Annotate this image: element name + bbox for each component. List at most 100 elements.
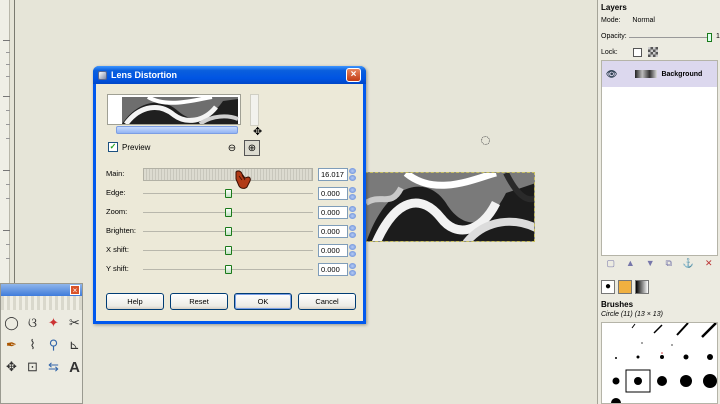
- preview-vertical-scrollbar[interactable]: [250, 94, 259, 126]
- preview-toggle[interactable]: ✓ Preview: [108, 142, 150, 152]
- y-shift-slider-row: Y shift: 0.000: [106, 262, 356, 277]
- dialog-titlebar[interactable]: Lens Distortion: [93, 66, 366, 84]
- y-shift-label: Y shift:: [106, 264, 129, 273]
- y-shift-spinner[interactable]: [349, 263, 357, 276]
- x-shift-label: X shift:: [106, 245, 129, 254]
- text-tool-icon[interactable]: A: [65, 357, 84, 377]
- duplicate-layer-icon[interactable]: ⧉: [666, 258, 672, 270]
- brighten-slider-row: Brighten: 0.000: [106, 224, 356, 239]
- zoom-tool-icon[interactable]: ⚲: [44, 335, 63, 355]
- x-shift-slider-row: X shift: 0.000: [106, 243, 356, 258]
- preview-label: Preview: [122, 142, 151, 152]
- vertical-ruler[interactable]: [0, 0, 10, 288]
- edge-value-input[interactable]: 0.000: [318, 187, 348, 200]
- brush-tab-circle-icon[interactable]: ●: [601, 280, 615, 294]
- x-shift-spinner[interactable]: [349, 244, 357, 257]
- layer-thumbnail: [635, 70, 658, 78]
- color-picker-tool-icon[interactable]: ⌇: [23, 335, 42, 355]
- zoom-spinner[interactable]: [349, 206, 357, 219]
- cancel-button[interactable]: Cancel: [298, 293, 356, 310]
- brighten-spinner[interactable]: [349, 225, 357, 238]
- paths-tool-icon[interactable]: ✒: [2, 335, 21, 355]
- canvas-image[interactable]: [365, 172, 535, 242]
- toolbox-titlebar[interactable]: ×: [1, 284, 82, 296]
- move-tool-icon[interactable]: ✥: [2, 357, 21, 377]
- layers-list[interactable]: 👁 Background: [601, 60, 718, 256]
- edge-slider-thumb[interactable]: [225, 189, 232, 198]
- lock-alpha-icon[interactable]: [647, 47, 658, 57]
- dialog-close-button[interactable]: ×: [346, 68, 361, 82]
- toolbox-close-button[interactable]: ×: [70, 285, 80, 295]
- opacity-label: Opacity:: [601, 33, 627, 40]
- preview-checkbox[interactable]: ✓: [108, 142, 118, 152]
- mode-label: Mode:: [601, 17, 621, 24]
- edge-slider-row: Edge: 0.000: [106, 186, 356, 201]
- canvas-border: [14, 0, 15, 288]
- brushes-title: Brushes: [601, 300, 634, 309]
- x-shift-slider-thumb[interactable]: [225, 246, 232, 255]
- preview-horizontal-scrollbar[interactable]: [116, 126, 238, 134]
- edge-spinner[interactable]: [349, 187, 357, 200]
- layer-buttons: ▢ ▲ ▼ ⧉ ⚓ ✕: [601, 258, 718, 270]
- mode-select[interactable]: Normal: [632, 17, 655, 24]
- lock-label: Lock:: [601, 48, 618, 56]
- y-shift-value-input[interactable]: 0.000: [318, 263, 348, 276]
- pattern-tab-icon[interactable]: [618, 280, 632, 294]
- toolbox-panel: × ◯ ଓ ✦ ✂ ✒ ⌇ ⚲ ⊾ ✥ ⊡ ⇆ A: [0, 283, 83, 404]
- anchor-layer-icon[interactable]: ⚓: [683, 258, 694, 270]
- eye-icon[interactable]: 👁: [606, 69, 617, 80]
- zoom-slider-thumb[interactable]: [225, 208, 232, 217]
- delete-layer-icon[interactable]: ✕: [705, 258, 713, 270]
- align-tool-icon[interactable]: ⊡: [23, 357, 42, 377]
- opacity-value: 1: [716, 33, 720, 40]
- toolbox-drag-handle[interactable]: [1, 296, 82, 310]
- zoom-in-icon[interactable]: ⊕: [244, 140, 260, 156]
- ellipse-select-tool-icon[interactable]: ◯: [2, 313, 21, 333]
- crosshair-cursor-icon: [481, 136, 490, 145]
- lock-row: Lock:: [601, 47, 658, 57]
- brighten-value-input[interactable]: 0.000: [318, 225, 348, 238]
- help-button[interactable]: Help: [106, 293, 164, 310]
- opacity-slider-thumb[interactable]: [707, 33, 712, 42]
- ok-button[interactable]: OK: [234, 293, 292, 310]
- edge-label: Edge:: [106, 188, 126, 197]
- layer-row[interactable]: 👁 Background: [602, 61, 717, 87]
- main-slider-row: Main: 16.017: [106, 167, 356, 182]
- brighten-slider-thumb[interactable]: [225, 227, 232, 236]
- lasso-tool-icon[interactable]: ଓ: [23, 313, 42, 333]
- lens-distortion-dialog: Lens Distortion × ✥ ✓ Preview ⊖ ⊕ Main: …: [93, 66, 366, 324]
- main-value-input[interactable]: 16.017: [318, 168, 348, 181]
- layer-name: Background: [661, 70, 703, 78]
- brush-tabs: ●: [601, 280, 649, 294]
- raise-layer-icon[interactable]: ▲: [626, 258, 635, 270]
- dialog-title: Lens Distortion: [111, 70, 178, 80]
- gradient-tab-icon[interactable]: [635, 280, 649, 294]
- current-brush-name: Circle (11) (13 × 13): [601, 311, 663, 318]
- right-dock: Layers Mode: Normal Opacity: 1 Lock: 👁 B…: [597, 0, 720, 404]
- zoom-out-icon[interactable]: ⊖: [224, 140, 240, 156]
- main-spinner[interactable]: [349, 168, 357, 181]
- preview-image[interactable]: [107, 94, 241, 125]
- magic-wand-tool-icon[interactable]: ✦: [44, 313, 63, 333]
- scissors-tool-icon[interactable]: ✂: [65, 313, 84, 333]
- lock-pixels-checkbox[interactable]: [632, 47, 642, 57]
- mode-row: Mode: Normal: [601, 17, 655, 24]
- main-slider[interactable]: [143, 168, 313, 181]
- zoom-label: Zoom:: [106, 207, 128, 216]
- flip-tool-icon[interactable]: ⇆: [44, 357, 63, 377]
- zoom-slider-row: Zoom: 0.000: [106, 205, 356, 220]
- gimp-app-icon: [98, 70, 107, 80]
- measure-tool-icon[interactable]: ⊾: [65, 335, 84, 355]
- brighten-label: Brighten:: [106, 226, 137, 235]
- navigate-move-icon[interactable]: ✥: [253, 125, 262, 138]
- x-shift-value-input[interactable]: 0.000: [318, 244, 348, 257]
- lower-layer-icon[interactable]: ▼: [646, 258, 655, 270]
- hand-cursor-icon: [235, 170, 251, 189]
- y-shift-slider-thumb[interactable]: [225, 265, 232, 274]
- opacity-slider[interactable]: [629, 37, 709, 38]
- zoom-value-input[interactable]: 0.000: [318, 206, 348, 219]
- brush-grid[interactable]: [601, 322, 718, 404]
- reset-button[interactable]: Reset: [170, 293, 228, 310]
- new-layer-icon[interactable]: ▢: [606, 258, 615, 270]
- opacity-row: Opacity: 1: [601, 33, 720, 42]
